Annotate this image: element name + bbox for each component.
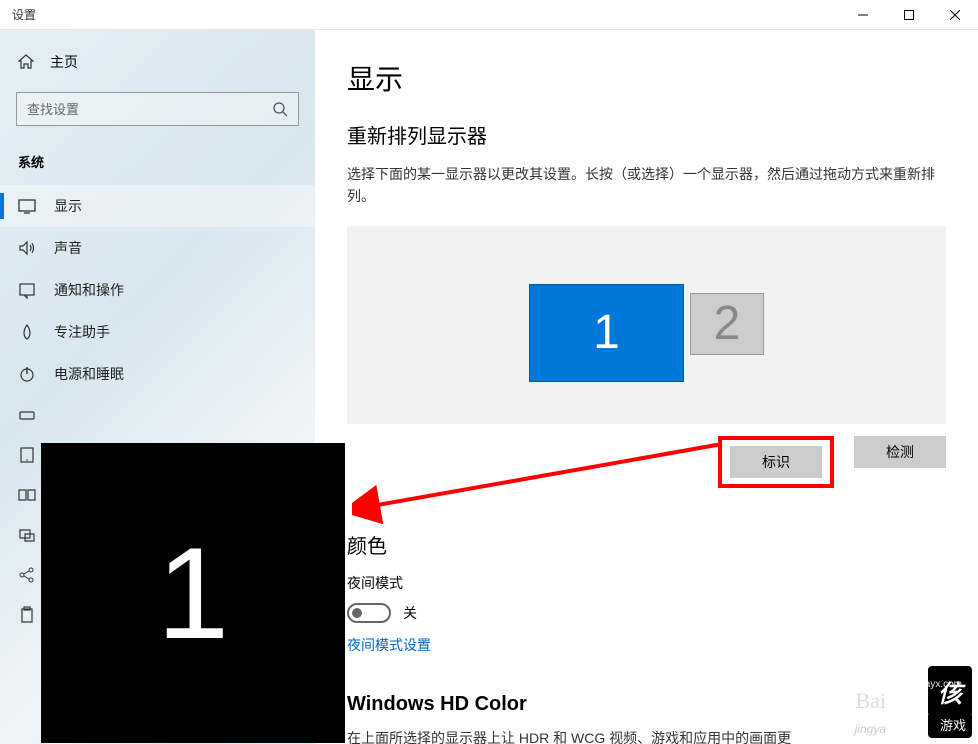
search-input[interactable]	[27, 102, 272, 117]
search-input-box[interactable]	[16, 92, 299, 126]
notification-icon	[18, 281, 36, 299]
hd-color-desc: 在上面所选择的显示器上让 HDR 和 WCG 视频、游戏和应用中的画面更	[347, 728, 946, 744]
sidebar-item-sound[interactable]: 声音	[0, 227, 315, 269]
home-nav[interactable]: 主页	[0, 42, 315, 82]
night-mode-label: 夜间模式	[347, 573, 946, 593]
hd-color-heading: Windows HD Color	[347, 693, 946, 716]
power-icon	[18, 365, 36, 383]
project-icon	[18, 526, 36, 544]
monitor-2[interactable]: 2	[690, 293, 764, 355]
monitor-1[interactable]: 1	[529, 284, 684, 382]
arrange-heading: 重新排列显示器	[347, 120, 946, 149]
multitask-icon	[18, 486, 36, 504]
detect-button[interactable]: 检测	[854, 436, 946, 468]
sidebar-item-label: 通知和操作	[54, 280, 124, 300]
sidebar-item-display[interactable]: 显示	[0, 185, 315, 227]
color-heading: 颜色	[347, 530, 946, 559]
sidebar-item-power[interactable]: 电源和睡眠	[0, 353, 315, 395]
toggle-state: 关	[403, 603, 417, 623]
tablet-icon	[18, 446, 36, 464]
sidebar-item-label: 声音	[54, 238, 82, 258]
clipboard-icon	[18, 606, 36, 624]
identify-button[interactable]: 标识	[730, 446, 822, 478]
sidebar-item-notifications[interactable]: 通知和操作	[0, 269, 315, 311]
close-button[interactable]	[932, 0, 978, 30]
sound-icon	[18, 239, 36, 257]
window-controls	[840, 0, 978, 30]
annotation-highlight: 标识	[718, 436, 834, 488]
sidebar-item-label: 显示	[54, 196, 82, 216]
sidebar-item-extra-1[interactable]	[0, 395, 315, 435]
sidebar-item-focus[interactable]: 专注助手	[0, 311, 315, 353]
maximize-button[interactable]	[886, 0, 932, 30]
home-label: 主页	[50, 52, 78, 72]
storage-icon	[18, 406, 36, 424]
arrange-desc: 选择下面的某一显示器以更改其设置。长按（或选择）一个显示器，然后通过拖动方式来重…	[347, 163, 946, 208]
night-mode-toggle[interactable]	[347, 603, 391, 623]
display-arrange-area[interactable]: 1 2	[347, 226, 946, 424]
night-mode-settings-link[interactable]: 夜间模式设置	[347, 637, 431, 653]
home-icon	[18, 54, 36, 70]
page-title: 显示	[347, 58, 946, 98]
identify-overlay: 1	[41, 443, 345, 743]
search-icon	[272, 101, 288, 117]
display-icon	[18, 197, 36, 215]
sidebar-item-label: 专注助手	[54, 322, 110, 342]
focus-icon	[18, 323, 36, 341]
share-icon	[18, 566, 36, 584]
window-title: 设置	[0, 6, 36, 23]
titlebar: 设置	[0, 0, 978, 30]
sidebar-item-label: 电源和睡眠	[54, 364, 124, 384]
sidebar-category: 系统	[0, 144, 315, 185]
main-panel: 显示 重新排列显示器 选择下面的某一显示器以更改其设置。长按（或选择）一个显示器…	[315, 30, 978, 744]
minimize-button[interactable]	[840, 0, 886, 30]
